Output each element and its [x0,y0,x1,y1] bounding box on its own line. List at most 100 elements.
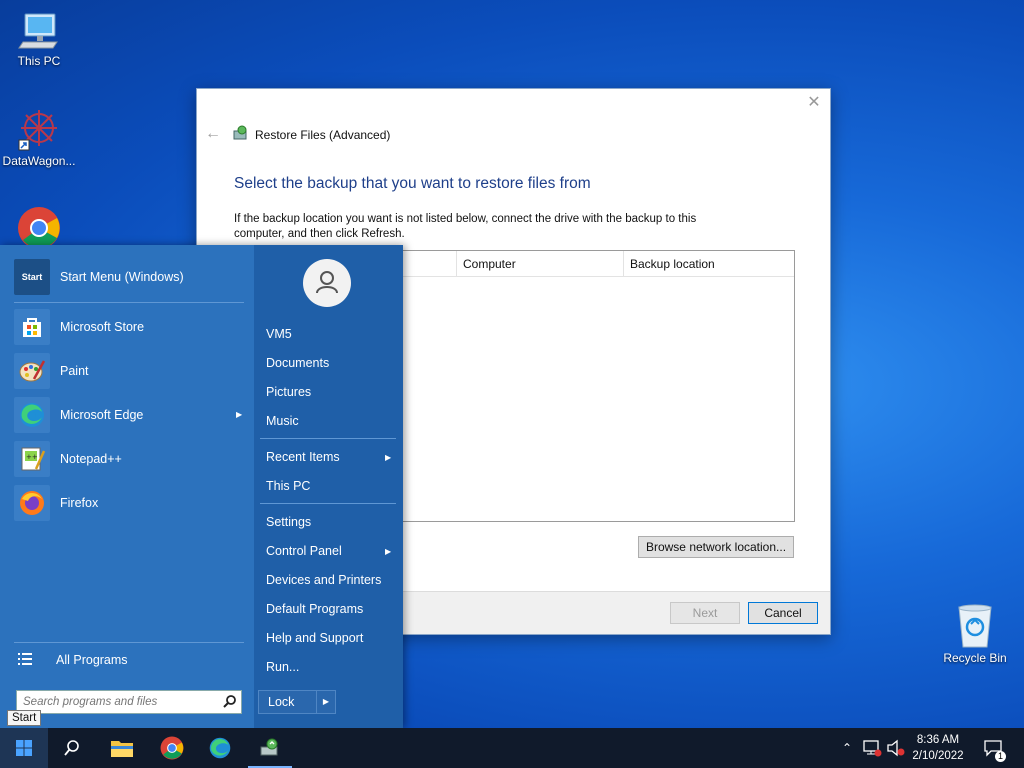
clock-time: 8:36 AM [916,734,960,746]
volume-button[interactable] [884,728,908,768]
pictures-item[interactable]: Pictures [266,385,311,399]
notification-count-badge: 1 [995,751,1006,762]
taskbar-chrome[interactable] [150,728,194,768]
store-icon [14,309,50,345]
dialog-heading: Select the backup that you want to resto… [234,175,591,192]
program-microsoft-edge[interactable]: Microsoft Edge [14,396,143,434]
start-tooltip: Start [7,710,42,726]
backup-list-header: Computer Backup location [402,251,794,277]
backup-list[interactable]: Computer Backup location [401,250,795,522]
desktop-icon-label: Recycle Bin [943,651,1007,665]
cancel-button[interactable]: Cancel [748,602,818,624]
list-icon [18,652,40,668]
places-separator [260,438,396,439]
program-label: Start Menu (Windows) [60,270,184,284]
action-center-button[interactable]: 1 [978,728,1008,768]
search-icon[interactable] [223,694,237,711]
next-button[interactable]: Next [670,602,740,624]
dialog-title-bar: Restore Files (Advanced) [233,125,390,144]
desktop-icon-recycle-bin[interactable]: Recycle Bin [937,603,1013,665]
devices-printers-item[interactable]: Devices and Printers [266,573,381,587]
start-button[interactable] [0,728,48,768]
default-programs-item[interactable]: Default Programs [266,602,363,616]
start-menu-programs-pane: Start Start Menu (Windows) Microsoft Sto… [0,245,254,728]
desktop-icon-label: DataWagon... [2,154,76,168]
user-avatar[interactable] [303,259,351,307]
svg-text:++: ++ [26,453,38,461]
windows-logo-icon [16,740,32,756]
notepad-icon: ++ [14,441,50,477]
program-label: Paint [60,364,89,378]
chevron-up-icon: ⌃ [841,741,853,755]
taskbar: ⌃ 8:36 AM 2/10/2022 1 [0,728,1024,768]
clock-date: 2/10/2022 [912,750,964,762]
program-paint[interactable]: Paint [14,352,89,390]
desktop-icon-datawagon[interactable]: DataWagon... [1,106,77,168]
user-icon [316,271,338,294]
submenu-arrow-icon: ▶ [236,410,243,419]
taskbar-edge[interactable] [198,728,242,768]
show-hidden-icons-button[interactable]: ⌃ [838,728,856,768]
datawagon-icon [17,106,61,152]
desktop-icon-label: This PC [17,54,61,68]
all-programs-label: All Programs [56,653,128,667]
start-menu-icon: Start [14,259,50,295]
program-label: Microsoft Store [60,320,145,334]
program-label: Microsoft Edge [60,408,144,422]
search-box[interactable] [16,690,242,714]
recycle-bin-icon [953,603,997,649]
user-name-item[interactable]: VM5 [266,327,292,341]
dialog-title: Restore Files (Advanced) [255,127,391,142]
network-icon [863,740,882,757]
taskbar-clock[interactable]: 8:36 AM 2/10/2022 [906,732,970,764]
program-firefox[interactable]: Firefox [14,484,98,522]
firefox-icon [14,485,50,521]
this-pc-item[interactable]: This PC [266,479,310,493]
help-support-item[interactable]: Help and Support [266,631,363,645]
edge-icon [14,397,50,433]
taskbar-search-button[interactable] [50,728,94,768]
network-status-button[interactable] [860,728,884,768]
back-arrow-icon[interactable]: ← [205,125,221,143]
program-microsoft-store[interactable]: Microsoft Store [14,308,144,346]
folder-icon [111,741,133,757]
lock-label: Lock [268,695,295,709]
close-icon[interactable]: ✕ [806,95,822,111]
chrome-icon [160,736,184,760]
program-notepad[interactable]: ++ Notepad++ [14,440,122,478]
all-programs-button[interactable]: All Programs [18,641,128,679]
backup-restore-icon [233,125,249,144]
volume-muted-icon [887,739,905,757]
column-header-backup-location[interactable]: Backup location [623,251,790,276]
lock-options-arrow-icon[interactable]: ▶ [316,691,335,713]
edge-icon [209,737,231,759]
browse-network-location-button[interactable]: Browse network location... [638,536,794,558]
chrome-icon [17,206,61,250]
taskbar-backup-restore[interactable] [248,728,292,768]
dialog-description: If the backup location you want is not l… [234,213,697,240]
backup-restore-icon [260,738,278,756]
taskbar-file-explorer[interactable] [100,728,144,768]
programs-separator [14,302,244,303]
submenu-arrow-icon: ▶ [385,453,392,462]
paint-icon [14,353,50,389]
search-icon [64,740,79,756]
music-item[interactable]: Music [266,414,299,428]
recent-items-item[interactable]: Recent Items [266,450,340,464]
control-panel-item[interactable]: Control Panel [266,544,342,558]
program-label: Firefox [60,496,99,510]
program-label: Notepad++ [60,452,122,466]
start-menu-places-pane: VM5 Documents Pictures Music Recent Item… [254,245,403,728]
settings-item[interactable]: Settings [266,515,311,529]
submenu-arrow-icon: ▶ [385,547,392,556]
documents-item[interactable]: Documents [266,356,329,370]
column-header-computer[interactable]: Computer [456,251,623,276]
start-menu: Start Start Menu (Windows) Microsoft Sto… [0,245,403,728]
places-separator [260,503,396,504]
search-input[interactable] [21,693,215,711]
monitor-icon [17,8,61,52]
program-start-menu[interactable]: Start Start Menu (Windows) [14,258,184,296]
run-item[interactable]: Run... [266,660,299,674]
lock-button[interactable]: Lock ▶ [258,690,336,714]
desktop-icon-this-pc[interactable]: This PC [1,8,77,68]
